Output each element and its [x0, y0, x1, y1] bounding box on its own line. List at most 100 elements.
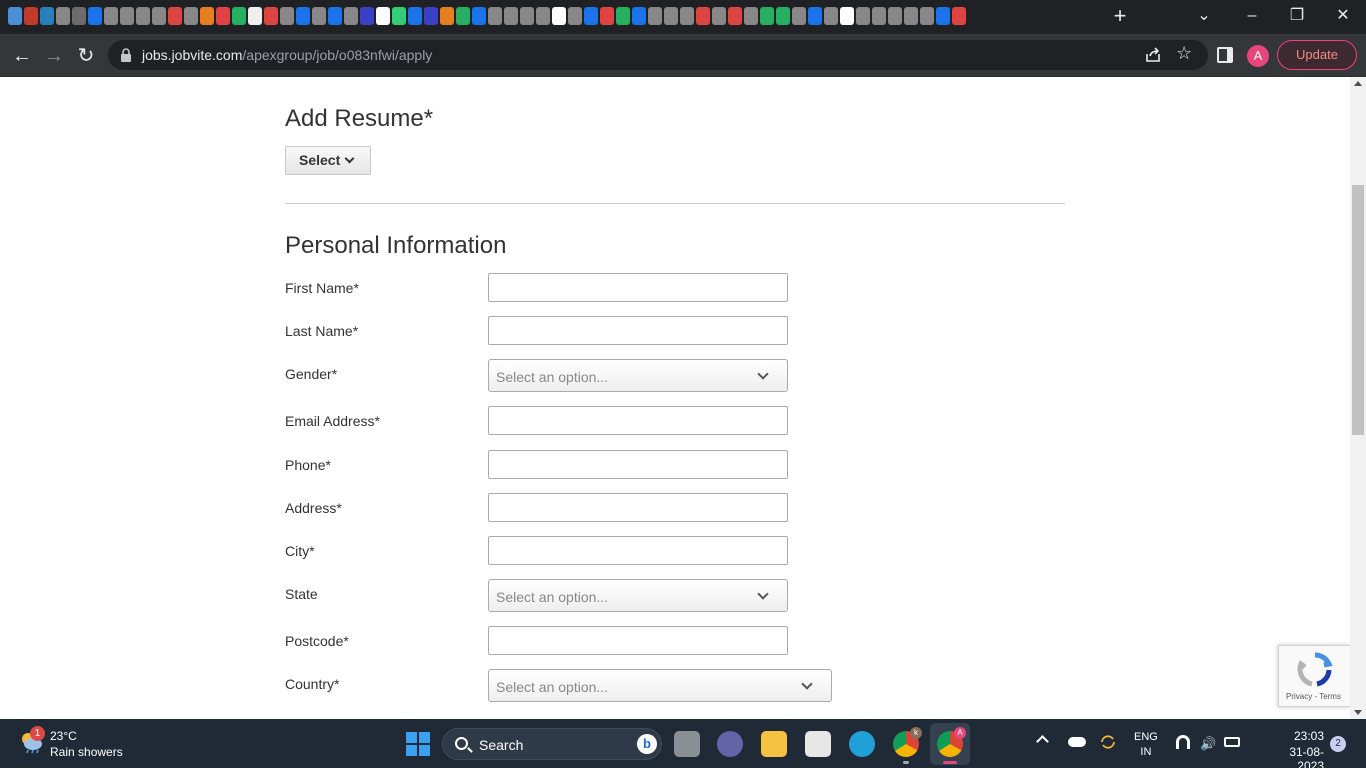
- scroll-down-arrow-icon[interactable]: [1354, 710, 1362, 715]
- tab-favicon-icon[interactable]: [344, 7, 358, 25]
- gender-select[interactable]: Select an option...: [488, 359, 788, 392]
- tab-favicon-icon[interactable]: [728, 7, 742, 25]
- tab-favicon-icon[interactable]: [552, 7, 566, 25]
- profile-avatar[interactable]: A: [1247, 45, 1269, 67]
- tab-favicon-icon[interactable]: [824, 7, 838, 25]
- tab-favicon-icon[interactable]: [856, 7, 870, 25]
- tab-favicon-icon[interactable]: [472, 7, 486, 25]
- tab-favicon-icon[interactable]: [616, 7, 630, 25]
- tab-favicon-icon[interactable]: [360, 7, 374, 25]
- tab-favicon-icon[interactable]: [312, 7, 326, 25]
- tab-favicon-icon[interactable]: [520, 7, 534, 25]
- tab-favicon-icon[interactable]: [600, 7, 614, 25]
- tab-favicon-icon[interactable]: [168, 7, 182, 25]
- tab-favicon-icon[interactable]: [584, 7, 598, 25]
- tab-favicon-icon[interactable]: [104, 7, 118, 25]
- language-indicator[interactable]: ENG IN: [1134, 730, 1158, 760]
- volume-icon[interactable]: 🔊: [1200, 736, 1216, 752]
- update-button[interactable]: Update: [1277, 40, 1357, 70]
- address-bar[interactable]: jobs.jobvite.com/apexgroup/job/o083nfwi/…: [108, 40, 1208, 70]
- bookmark-star-icon[interactable]: ☆: [1176, 43, 1192, 64]
- tab-favicon-icon[interactable]: [56, 7, 70, 25]
- country-select[interactable]: Select an option...: [488, 669, 832, 702]
- taskbar-search[interactable]: Search b: [442, 728, 662, 760]
- tab-favicon-icon[interactable]: [680, 7, 694, 25]
- chevron-up-icon[interactable]: [1036, 735, 1049, 748]
- tab-favicon-icon[interactable]: [936, 7, 950, 25]
- battery-icon[interactable]: [1224, 737, 1240, 747]
- reload-button[interactable]: ↻: [72, 42, 100, 70]
- windows-start-icon[interactable]: [406, 732, 430, 756]
- notification-badge[interactable]: 2: [1330, 736, 1346, 752]
- onedrive-cloud-icon[interactable]: [1068, 737, 1086, 747]
- tab-favicon-icon[interactable]: [536, 7, 550, 25]
- tab-favicon-icon[interactable]: [792, 7, 806, 25]
- phone-input[interactable]: [488, 450, 788, 479]
- tab-favicon-icon[interactable]: [184, 7, 198, 25]
- tab-favicon-icon[interactable]: [376, 7, 390, 25]
- page-scrollbar[interactable]: [1350, 77, 1366, 719]
- resume-select-button[interactable]: Select: [285, 146, 371, 175]
- scroll-up-arrow-icon[interactable]: [1354, 81, 1362, 86]
- tab-favicon-icon[interactable]: [632, 7, 646, 25]
- tab-favicon-icon[interactable]: [920, 7, 934, 25]
- city-input[interactable]: [488, 536, 788, 565]
- microsoft-store-icon[interactable]: [805, 731, 831, 757]
- scrollbar-thumb[interactable]: [1352, 185, 1364, 435]
- tab-favicon-icon[interactable]: [136, 7, 150, 25]
- bing-icon[interactable]: b: [637, 734, 657, 754]
- edge-icon[interactable]: [849, 731, 875, 757]
- postcode-input[interactable]: [488, 626, 788, 655]
- tab-favicon-icon[interactable]: [200, 7, 214, 25]
- tab-favicon-icon[interactable]: [296, 7, 310, 25]
- tab-favicon-icon[interactable]: [440, 7, 454, 25]
- back-button[interactable]: ←: [8, 42, 36, 70]
- tab-favicon-icon[interactable]: [872, 7, 886, 25]
- recaptcha-links[interactable]: Privacy - Terms: [1286, 692, 1341, 701]
- tab-favicon-icon[interactable]: [280, 7, 294, 25]
- tab-favicon-icon[interactable]: [24, 7, 38, 25]
- last-name-input[interactable]: [488, 316, 788, 345]
- tab-favicon-icon[interactable]: [392, 7, 406, 25]
- tab-favicon-icon[interactable]: [152, 7, 166, 25]
- minimize-button[interactable]: –: [1238, 4, 1266, 28]
- teams-chat-icon[interactable]: [717, 731, 743, 757]
- tab-favicon-icon[interactable]: [808, 7, 822, 25]
- side-panel-icon[interactable]: [1217, 47, 1233, 63]
- first-name-input[interactable]: [488, 273, 788, 302]
- close-window-button[interactable]: ✕: [1329, 4, 1357, 28]
- tab-favicon-icon[interactable]: [744, 7, 758, 25]
- tab-favicon-icon[interactable]: [40, 7, 54, 25]
- wifi-icon[interactable]: [1176, 735, 1190, 749]
- tab-favicon-icon[interactable]: [248, 7, 262, 25]
- tab-favicon-icon[interactable]: [776, 7, 790, 25]
- clock-time[interactable]: 23:03: [1284, 729, 1324, 743]
- tab-favicon-icon[interactable]: [888, 7, 902, 25]
- file-explorer-icon[interactable]: [761, 731, 787, 757]
- tab-favicon-icon[interactable]: [568, 7, 582, 25]
- restore-button[interactable]: ❐: [1283, 4, 1311, 28]
- tab-favicon-icon[interactable]: [840, 7, 854, 25]
- new-tab-button[interactable]: +: [1108, 4, 1132, 28]
- tab-favicon-icon[interactable]: [488, 7, 502, 25]
- recaptcha-badge[interactable]: Privacy - Terms: [1278, 645, 1350, 707]
- tab-favicon-icon[interactable]: [456, 7, 470, 25]
- tab-favicon-icon[interactable]: [264, 7, 278, 25]
- tab-favicon-icon[interactable]: [88, 7, 102, 25]
- email-input[interactable]: [488, 406, 788, 435]
- tab-favicon-icon[interactable]: [120, 7, 134, 25]
- tab-favicon-icon[interactable]: [328, 7, 342, 25]
- state-select[interactable]: Select an option...: [488, 579, 788, 612]
- task-view-icon[interactable]: [674, 731, 700, 757]
- tab-search-dropdown-icon[interactable]: ⌄: [1190, 4, 1218, 28]
- clock-date[interactable]: 31-08-2023: [1276, 745, 1324, 768]
- tab-favicon-icon[interactable]: [424, 7, 438, 25]
- tab-favicon-icon[interactable]: [712, 7, 726, 25]
- tab-favicon-icon[interactable]: [696, 7, 710, 25]
- tab-favicon-icon[interactable]: [408, 7, 422, 25]
- tab-favicon-icon[interactable]: [952, 7, 966, 25]
- tab-favicon-icon[interactable]: [760, 7, 774, 25]
- forward-button[interactable]: →: [40, 42, 68, 70]
- address-input[interactable]: [488, 493, 788, 522]
- tab-favicon-icon[interactable]: [904, 7, 918, 25]
